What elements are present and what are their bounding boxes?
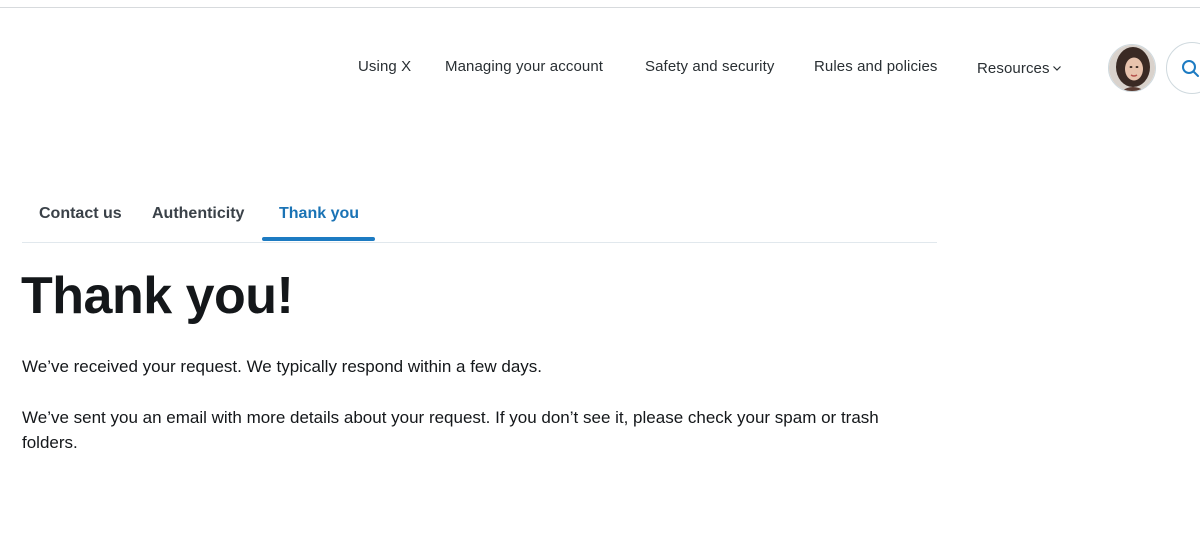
- avatar[interactable]: [1108, 44, 1156, 92]
- nav-item-resources[interactable]: Resources: [977, 58, 1061, 78]
- active-tab-indicator: [262, 237, 375, 241]
- tab-contact-us[interactable]: Contact us: [39, 205, 122, 223]
- email-notice-message: We’ve sent you an email with more detail…: [22, 408, 879, 452]
- page-title: Thank you!: [21, 267, 294, 325]
- tab-authenticity[interactable]: Authenticity: [152, 205, 244, 223]
- search-button[interactable]: [1166, 42, 1200, 94]
- nav-item-resources-label: Resources: [977, 60, 1050, 77]
- nav-item-safety-security[interactable]: Safety and security: [645, 58, 774, 76]
- nav-item-rules-policies[interactable]: Rules and policies: [814, 58, 938, 76]
- tab-thank-you[interactable]: Thank you: [279, 205, 359, 223]
- search-icon: [1182, 60, 1199, 77]
- form-tabs: Contact us Authenticity Thank you: [22, 190, 937, 243]
- avatar-image: [1109, 45, 1155, 91]
- confirmation-message: We’ve received your request. We typicall…: [22, 357, 543, 376]
- chevron-down-icon: [1052, 58, 1061, 76]
- nav-item-using-x[interactable]: Using X: [358, 58, 411, 76]
- nav-item-managing-account[interactable]: Managing your account: [445, 58, 603, 76]
- top-navigation: Using X Managing your account Safety and…: [0, 0, 1200, 135]
